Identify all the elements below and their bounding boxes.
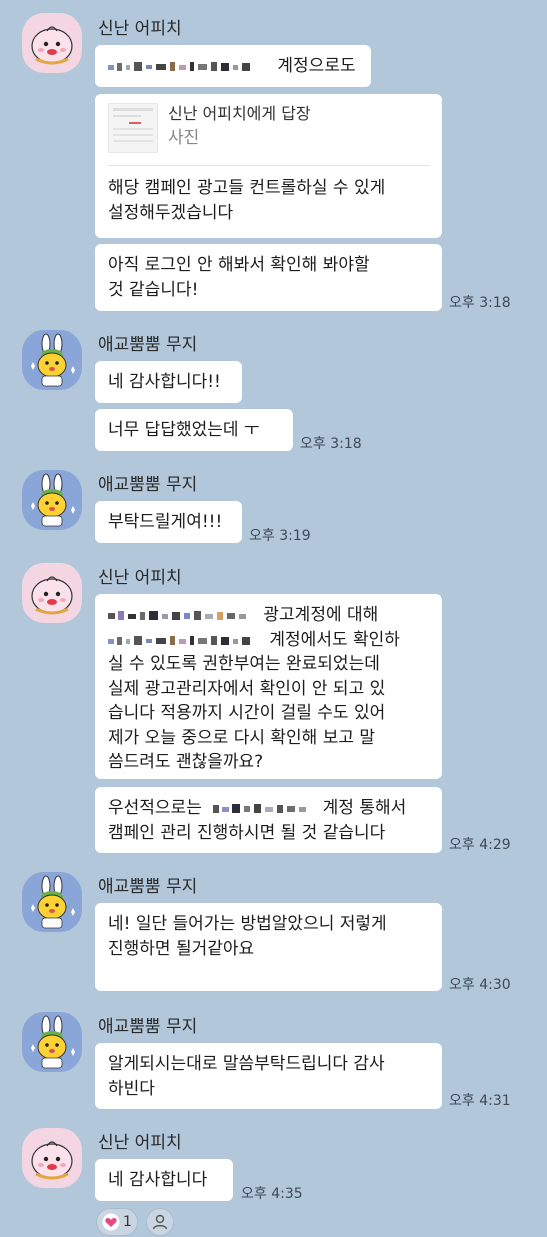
sender-name: 신난 어피치 bbox=[98, 568, 182, 588]
timestamp: 오후 3:18 bbox=[449, 295, 511, 311]
message-bubble[interactable]: 네 감사합니다!! bbox=[95, 361, 242, 403]
muzi-avatar[interactable] bbox=[22, 470, 82, 530]
reaction-count: 1 bbox=[123, 1214, 132, 1230]
reply-bubble[interactable]: 신난 어피치에게 답장 사진 해당 캠페인 광고들 컨트롤하실 수 있게 설정해… bbox=[95, 94, 442, 238]
reaction-bar: 1 bbox=[96, 1208, 174, 1236]
redacted-text bbox=[108, 611, 246, 620]
heart-reaction-button[interactable]: 1 bbox=[96, 1208, 138, 1236]
reply-preview[interactable]: 신난 어피치에게 답장 사진 bbox=[108, 103, 430, 153]
redacted-text bbox=[213, 804, 307, 813]
message-bubble[interactable]: 계정으로도 bbox=[95, 45, 371, 87]
message-bubble[interactable]: 광고계정에 대해 계정에서도 확인하 실 수 있도록 권한부여는 완료되었는데 … bbox=[95, 594, 442, 779]
divider bbox=[108, 165, 430, 166]
message-text: 제가 오늘 중으로 다시 확인해 보고 말 bbox=[108, 727, 376, 748]
sender-name: 신난 어피치 bbox=[98, 19, 182, 39]
message-text: 캠페인 관리 진행하시면 될 것 같습니다 bbox=[108, 823, 386, 843]
message-bubble[interactable]: 알게되시는대로 말씀부탁드립니다 감사 하빈다 bbox=[95, 1043, 442, 1109]
timestamp: 오후 4:30 bbox=[449, 977, 511, 993]
message-text: 실제 광고관리자에서 확인이 안 되고 있 bbox=[108, 678, 386, 699]
timestamp: 오후 4:29 bbox=[449, 837, 511, 853]
heart-icon bbox=[102, 1213, 120, 1231]
message-text: 알게되시는대로 말씀부탁드립니다 감사 bbox=[108, 1054, 385, 1074]
apeach-face-icon bbox=[31, 26, 73, 65]
sender-name: 애교뿜뿜 무지 bbox=[98, 475, 198, 495]
message-text: 것 같습니다! bbox=[108, 280, 199, 300]
message-text: 실 수 있도록 권한부여는 완료되었는데 bbox=[108, 654, 380, 674]
message-text: 부탁드릴게여!!! bbox=[108, 512, 223, 532]
reply-to-label: 신난 어피치에게 답장 bbox=[168, 104, 311, 123]
message-text: 너무 답답했었는데 ㅜ bbox=[108, 420, 260, 440]
message-text: 우선적으로는 bbox=[108, 798, 202, 818]
muzi-face-icon bbox=[31, 473, 75, 527]
message-text: 네! 일단 들어가는 방법알았으니 저렇게 bbox=[108, 914, 387, 934]
message-text: 진행하면 될거같아요 bbox=[108, 939, 255, 959]
muzi-avatar[interactable] bbox=[22, 330, 82, 390]
message-text: 습니다 적용까지 시간이 걸릴 수도 있어 bbox=[108, 703, 386, 723]
message-text: 네 감사합니다 bbox=[108, 1170, 208, 1190]
apeach-avatar[interactable] bbox=[22, 1128, 82, 1188]
timestamp: 오후 4:35 bbox=[241, 1186, 303, 1202]
message-bubble[interactable]: 네! 일단 들어가는 방법알았으니 저렇게 진행하면 될거같아요 bbox=[95, 903, 442, 991]
message-text: 네 감사합니다!! bbox=[108, 372, 221, 392]
redacted-text bbox=[108, 635, 250, 645]
message-text: 해당 캠페인 광고들 컨트롤하실 수 있게 bbox=[108, 178, 386, 198]
sender-name: 애교뿜뿜 무지 bbox=[98, 335, 198, 355]
person-icon bbox=[152, 1214, 168, 1230]
sender-name: 신난 어피치 bbox=[98, 1133, 182, 1153]
reply-type-label: 사진 bbox=[168, 128, 200, 148]
message-text: 설정해두겠습니다 bbox=[108, 203, 234, 223]
timestamp: 오후 3:19 bbox=[249, 528, 311, 544]
message-text: 하빈다 bbox=[108, 1079, 155, 1099]
add-reaction-button[interactable] bbox=[146, 1208, 174, 1236]
message-text: 씀드려도 괜찮을까요? bbox=[108, 752, 264, 772]
message-bubble[interactable]: 아직 로그인 안 해봐서 확인해 봐야할 것 같습니다! bbox=[95, 244, 442, 311]
message-text: 아직 로그인 안 해봐서 확인해 봐야할 bbox=[108, 255, 370, 275]
message-bubble[interactable]: 너무 답답했었는데 ㅜ bbox=[95, 409, 293, 451]
message-text: 계정으로도 bbox=[277, 56, 356, 76]
apeach-avatar[interactable] bbox=[22, 13, 82, 73]
muzi-face-icon bbox=[31, 333, 75, 387]
apeach-face-icon bbox=[31, 576, 73, 615]
apeach-avatar[interactable] bbox=[22, 563, 82, 623]
message-text: 계정 통해서 bbox=[322, 798, 407, 818]
sender-name: 애교뿜뿜 무지 bbox=[98, 877, 198, 897]
sender-name: 애교뿜뿜 무지 bbox=[98, 1017, 198, 1037]
apeach-face-icon bbox=[31, 1141, 73, 1180]
message-bubble[interactable]: 우선적으로는 계정 통해서 캠페인 관리 진행하시면 될 것 같습니다 bbox=[95, 787, 442, 853]
muzi-face-icon bbox=[31, 875, 75, 929]
message-text: 계정에서도 확인하 bbox=[269, 629, 400, 650]
timestamp: 오후 4:31 bbox=[449, 1093, 511, 1109]
redacted-text bbox=[108, 62, 250, 71]
message-text: 광고계정에 대해 bbox=[263, 605, 379, 625]
muzi-avatar[interactable] bbox=[22, 872, 82, 932]
timestamp: 오후 3:18 bbox=[300, 436, 362, 452]
muzi-avatar[interactable] bbox=[22, 1012, 82, 1072]
message-bubble[interactable]: 네 감사합니다 bbox=[95, 1159, 233, 1201]
muzi-face-icon bbox=[31, 1015, 75, 1069]
reply-photo-thumbnail bbox=[108, 103, 158, 153]
message-bubble[interactable]: 부탁드릴게여!!! bbox=[95, 501, 242, 543]
